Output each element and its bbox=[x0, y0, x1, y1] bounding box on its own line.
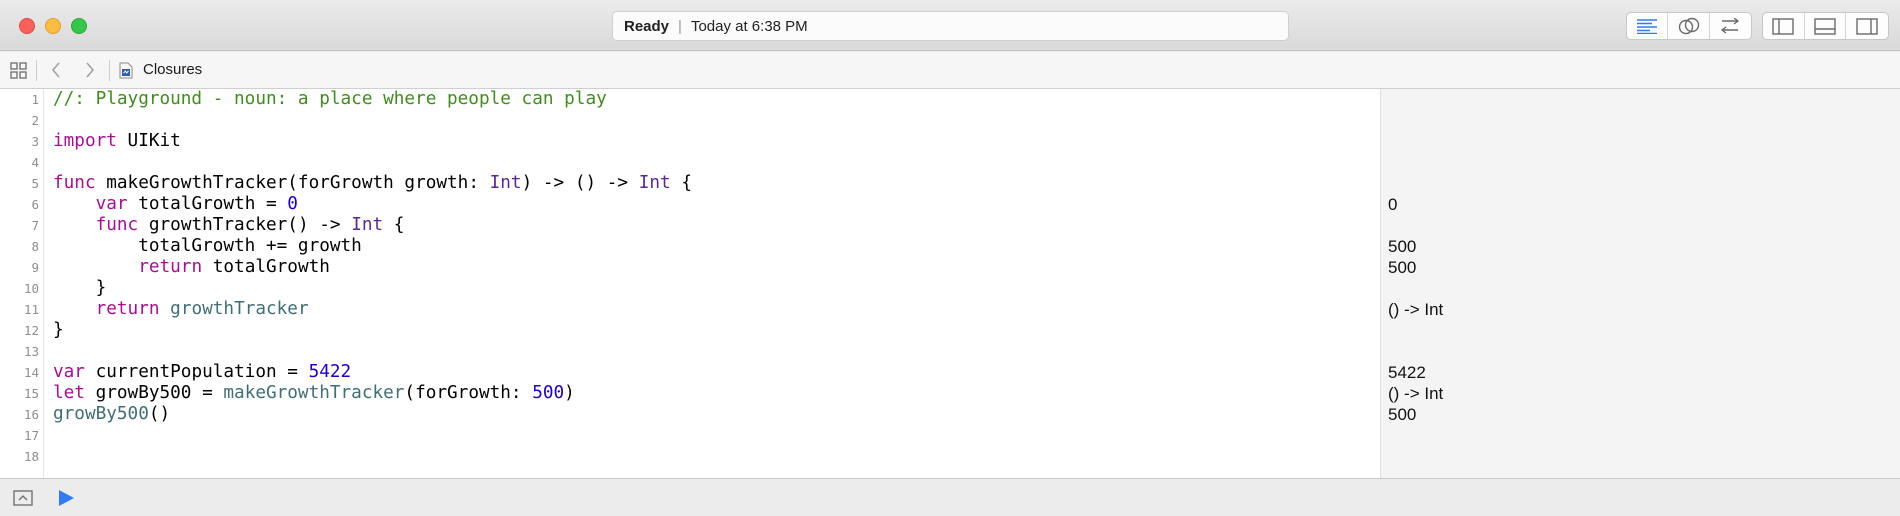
code-line: 10 } bbox=[0, 278, 1900, 299]
code-line: 2 bbox=[0, 110, 1900, 131]
assistant-editor-icon bbox=[1678, 17, 1699, 35]
code-text[interactable]: let growBy500 = makeGrowthTracker(forGro… bbox=[53, 383, 575, 404]
result-value[interactable]: () -> Int bbox=[1388, 299, 1443, 320]
code-line: 6 var totalGrowth = 0 0 bbox=[0, 194, 1900, 215]
code-line: 15 let growBy500 = makeGrowthTracker(for… bbox=[0, 383, 1900, 404]
go-forward-button[interactable] bbox=[80, 60, 100, 80]
activity-status: Ready | Today at 6:38 PM bbox=[612, 11, 1289, 41]
code-line: 1 //: Playground - noun: a place where p… bbox=[0, 89, 1900, 110]
line-number: 5 bbox=[31, 176, 39, 191]
code-line: 3 import UIKit bbox=[0, 131, 1900, 152]
line-number: 4 bbox=[31, 155, 39, 170]
code-text[interactable]: var totalGrowth = 0 bbox=[53, 194, 298, 215]
code-line: 16 growBy500() 500 bbox=[0, 404, 1900, 425]
show-debug-area-button[interactable] bbox=[13, 490, 33, 506]
zoom-window-button[interactable] bbox=[71, 18, 87, 34]
line-number: 14 bbox=[23, 365, 39, 380]
playground-file-icon bbox=[119, 62, 133, 79]
line-number: 2 bbox=[31, 113, 39, 128]
line-number: 13 bbox=[23, 344, 39, 359]
line-number: 1 bbox=[31, 92, 39, 107]
code-text[interactable]: } bbox=[53, 320, 64, 341]
code-text[interactable]: func growthTracker() -> Int { bbox=[53, 215, 405, 236]
jump-bar-divider bbox=[36, 60, 37, 81]
line-number: 17 bbox=[23, 428, 39, 443]
line-number: 15 bbox=[23, 386, 39, 401]
related-items-button[interactable] bbox=[9, 61, 27, 79]
code-text[interactable]: } bbox=[53, 278, 107, 299]
run-playground-button[interactable] bbox=[57, 489, 75, 507]
result-value[interactable]: 500 bbox=[1388, 257, 1416, 278]
code-text[interactable]: import UIKit bbox=[53, 131, 181, 152]
code-text[interactable]: return growthTracker bbox=[53, 299, 309, 320]
chevron-left-icon bbox=[51, 62, 60, 78]
line-number: 9 bbox=[31, 260, 39, 275]
code-line: 17 bbox=[0, 425, 1900, 446]
code-line: 12 } bbox=[0, 320, 1900, 341]
code-line: 18 bbox=[0, 446, 1900, 467]
line-number: 12 bbox=[23, 323, 39, 338]
go-back-button[interactable] bbox=[46, 60, 66, 80]
result-value[interactable]: 500 bbox=[1388, 236, 1416, 257]
view-toggle-segment bbox=[1762, 12, 1889, 40]
chevron-right-icon bbox=[86, 62, 95, 78]
jump-bar: Closures bbox=[0, 52, 1900, 89]
version-editor-icon bbox=[1721, 18, 1740, 34]
standard-editor-button[interactable] bbox=[1627, 13, 1669, 39]
line-number: 11 bbox=[23, 302, 39, 317]
minimize-window-button[interactable] bbox=[45, 18, 61, 34]
version-editor-button[interactable] bbox=[1710, 13, 1751, 39]
line-number: 7 bbox=[31, 218, 39, 233]
code-line: 7 func growthTracker() -> Int { bbox=[0, 215, 1900, 236]
debug-bar bbox=[0, 478, 1900, 516]
navigator-toggle-icon bbox=[1772, 17, 1795, 35]
close-window-button[interactable] bbox=[19, 18, 35, 34]
code-line: 11 return growthTracker () -> Int bbox=[0, 299, 1900, 320]
jump-bar-divider bbox=[109, 60, 110, 81]
line-number: 10 bbox=[23, 281, 39, 296]
result-value[interactable]: () -> Int bbox=[1388, 383, 1443, 404]
standard-editor-icon bbox=[1637, 19, 1658, 34]
result-value[interactable]: 500 bbox=[1388, 404, 1416, 425]
code-editor[interactable]: 1 //: Playground - noun: a place where p… bbox=[0, 89, 1900, 478]
navigator-toggle-button[interactable] bbox=[1763, 13, 1805, 39]
assistant-editor-button[interactable] bbox=[1668, 13, 1710, 39]
utilities-toggle-button[interactable] bbox=[1846, 13, 1888, 39]
code-text[interactable]: //: Playground - noun: a place where peo… bbox=[53, 89, 607, 110]
editor-mode-segment bbox=[1626, 12, 1752, 40]
utilities-toggle-icon bbox=[1856, 17, 1878, 35]
breadcrumb-file[interactable]: Closures bbox=[143, 61, 202, 78]
debug-area-toggle-icon bbox=[1814, 17, 1836, 35]
code-line: 5 func makeGrowthTracker(forGrowth growt… bbox=[0, 173, 1900, 194]
line-number: 16 bbox=[23, 407, 39, 422]
code-text[interactable]: var currentPopulation = 5422 bbox=[53, 362, 351, 383]
status-time: Today at 6:38 PM bbox=[690, 17, 808, 35]
code-line: 9 return totalGrowth 500 bbox=[0, 257, 1900, 278]
result-value[interactable]: 0 bbox=[1388, 194, 1397, 215]
status-state: Ready bbox=[624, 17, 670, 35]
code-text[interactable]: func makeGrowthTracker(forGrowth growth:… bbox=[53, 173, 692, 194]
line-number: 8 bbox=[31, 239, 39, 254]
play-icon bbox=[59, 490, 74, 506]
code-text[interactable]: return totalGrowth bbox=[53, 257, 330, 278]
code-line: 4 bbox=[0, 152, 1900, 173]
code-line: 14 var currentPopulation = 5422 5422 bbox=[0, 362, 1900, 383]
code-text[interactable]: totalGrowth += growth bbox=[53, 236, 362, 257]
status-separator: | bbox=[678, 17, 682, 35]
grid-icon bbox=[9, 61, 27, 79]
line-number: 18 bbox=[23, 449, 39, 464]
title-bar: Ready | Today at 6:38 PM bbox=[0, 0, 1900, 51]
line-number: 6 bbox=[31, 197, 39, 212]
code-line: 13 bbox=[0, 341, 1900, 362]
result-value[interactable]: 5422 bbox=[1388, 362, 1426, 383]
code-line: 8 totalGrowth += growth 500 bbox=[0, 236, 1900, 257]
debug-area-icon bbox=[13, 490, 33, 506]
code-text[interactable]: growBy500() bbox=[53, 404, 170, 425]
debug-area-toggle-button[interactable] bbox=[1805, 13, 1847, 39]
line-number: 3 bbox=[31, 134, 39, 149]
